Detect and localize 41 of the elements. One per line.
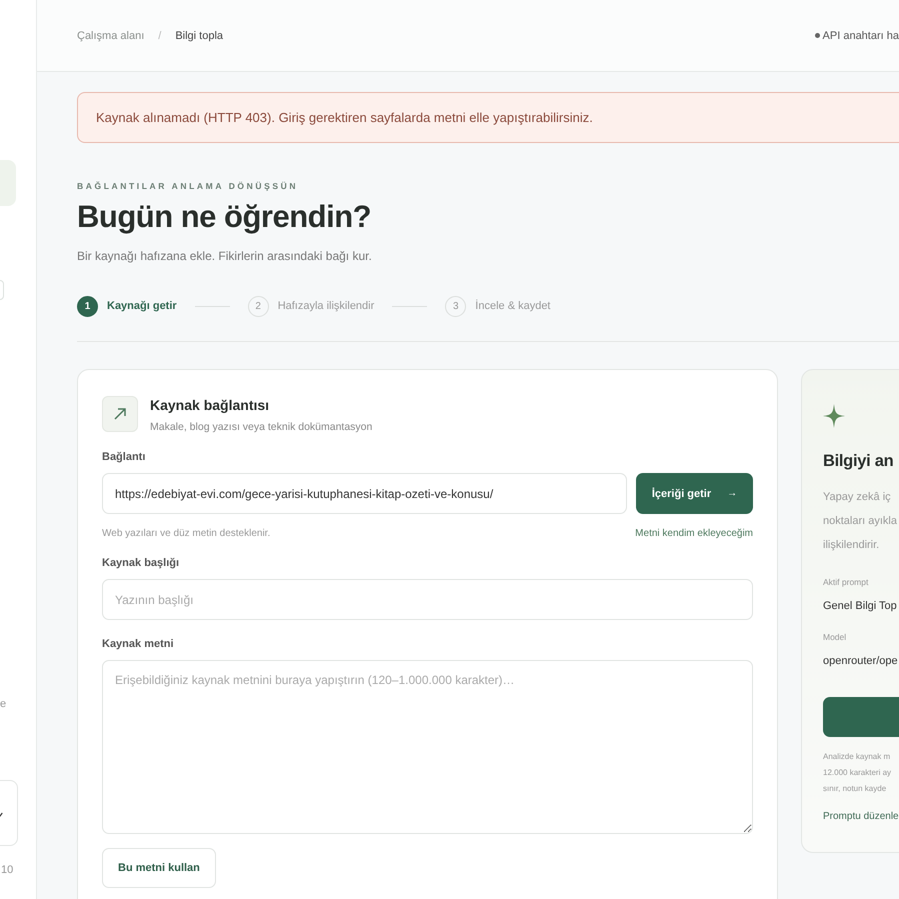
card-title: Kaynak bağlantısı — [150, 397, 270, 413]
step-label[interactable]: Kaynağı getir — [107, 300, 177, 312]
field-label: Kaynak metni — [102, 638, 175, 650]
step-number: 1 — [77, 296, 98, 316]
text-area[interactable]: Erişebildiğiniz kaynak metnini buraya yapıştırın (120–1.000.000 karakter)… — [102, 660, 753, 834]
model-value: openrouter/ope — [823, 655, 899, 667]
use-text-button[interactable]: Bu metni kullan — [102, 848, 216, 888]
fetch-button[interactable]: İçeriği getir → — [636, 473, 753, 514]
sparkle-icon — [823, 404, 845, 428]
panel-description-line: noktaları ayıkla — [823, 514, 898, 529]
field-label: Kaynak başlığı — [102, 557, 180, 569]
page-title: Bugün ne öğrendin? — [77, 199, 372, 235]
status-text: API anahtarı ha — [822, 30, 899, 42]
eyebrow-text: BAĞLANTILAR ANLAMA DÖNÜŞSÜN — [77, 181, 300, 191]
prompt-value: Genel Bilgi Top — [823, 600, 898, 612]
step-number: 3 — [445, 296, 466, 316]
note-line: 12.000 karakteri ay — [823, 767, 892, 779]
step-number: 2 — [248, 296, 269, 316]
breadcrumb-item[interactable]: Çalışma alanı — [77, 30, 144, 42]
title-field[interactable]: Yazının başlığı — [102, 579, 753, 620]
url-field[interactable]: https://edebiyat-evi.com/gece-yarisi-kutuphanesi-kitap-ozeti-ve-konusu/ — [102, 473, 627, 514]
panel-title: Bilgiyi an — [823, 452, 894, 471]
error-alert: Kaynak alınamadı (HTTP 403). Giriş gerektiren sayfalarda metni elle yapıştırabilirsiniz. — [77, 92, 899, 143]
hint-text: Web yazıları ve düz metin desteklenir. — [102, 528, 270, 539]
card-subtitle: Makale, blog yazısı veya teknik dokümantasyon — [150, 421, 372, 433]
sidebar-text: e — [0, 698, 6, 710]
prompt-label: Aktif prompt — [823, 577, 870, 587]
note-line: sınır, notun kayde — [823, 783, 888, 795]
edit-prompt-link[interactable]: Promptu düzenle — [823, 811, 899, 822]
version-text: 10 — [1, 864, 14, 876]
panel-description-line: ilişkilendirir. — [823, 538, 880, 553]
model-label: Model — [823, 632, 848, 642]
panel-description-line: Yapay zekâ iç — [823, 490, 892, 505]
status-dot-icon — [814, 33, 820, 38]
note-line: Analizde kaynak m — [823, 751, 892, 763]
arrow-icon — [113, 407, 127, 421]
manual-entry-link[interactable]: Metni kendim ekleyeceğim — [635, 528, 753, 539]
page-subtitle: Bir kaynağı hafızana ekle. Fikirlerin arasındaki bağı kur. — [77, 249, 373, 263]
field-label: Bağlantı — [102, 451, 146, 463]
breadcrumb-item[interactable]: Bilgi topla — [175, 30, 224, 42]
breadcrumb-separator: / — [158, 30, 162, 42]
